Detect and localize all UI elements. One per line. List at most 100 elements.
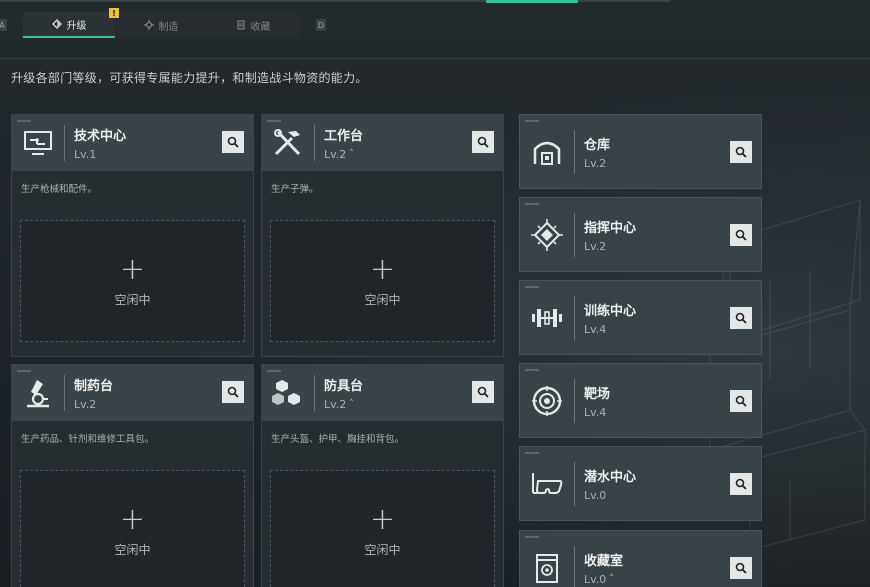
level-text: Lv.4 <box>584 322 607 336</box>
inspect-button[interactable] <box>222 381 244 403</box>
facility-level: Lv.2 <box>584 240 636 253</box>
facility-card-collection-room[interactable]: 收藏室 Lv.0 ˄ <box>519 530 762 587</box>
header-separator <box>574 378 575 423</box>
add-icon: + <box>369 251 396 287</box>
add-icon: + <box>119 501 146 537</box>
production-slot[interactable]: + 空闲中 <box>270 470 495 587</box>
header-divider <box>0 58 870 59</box>
chip-icon <box>520 197 574 272</box>
facility-card-armor-bench[interactable]: 防具台 Lv.2 ˄ 生产头盔、护甲、胸挂和背包。 + 空闲中 <box>261 364 504 587</box>
search-icon <box>227 386 239 398</box>
search-icon <box>735 312 747 324</box>
facility-level: Lv.2 <box>584 157 610 170</box>
facility-level: Lv.2 <box>74 398 113 411</box>
search-icon <box>735 146 747 158</box>
inspect-button[interactable] <box>730 390 752 412</box>
inspect-button[interactable] <box>730 473 752 495</box>
facility-name: 技术中心 <box>74 129 127 144</box>
corner-mark <box>525 369 539 371</box>
facility-level: Lv.1 <box>74 148 126 161</box>
upgrade-available-icon: ˄ <box>349 149 354 159</box>
production-slot[interactable]: + 空闲中 <box>20 470 245 587</box>
level-text: Lv.1 <box>74 148 97 161</box>
slot-status: 空闲中 <box>364 542 401 557</box>
collection-tab-icon <box>236 20 246 30</box>
cubes-icon <box>262 365 314 421</box>
facility-card-command-center[interactable]: 指挥中心 Lv.2 <box>519 197 762 272</box>
facility-description: 生产药品、针剂和维修工具包。 <box>21 434 155 445</box>
facility-card-warehouse[interactable]: 仓库 Lv.2 <box>519 114 762 189</box>
inspect-button[interactable] <box>730 141 752 163</box>
page-description: 升级各部门等级，可获得专属能力提升，和制造战斗物资的能力。 <box>11 71 368 85</box>
search-icon <box>477 136 489 148</box>
corner-mark <box>525 120 539 122</box>
slot-status: 空闲中 <box>114 292 151 307</box>
corner-mark <box>17 370 31 372</box>
facility-name: 靶场 <box>584 386 611 402</box>
facility-level: Lv.0 <box>584 489 636 502</box>
facility-card-header: 工作台 Lv.2 ˄ <box>262 115 503 171</box>
tab-upgrade[interactable]: 升级 ! <box>23 8 119 38</box>
header-separator <box>574 129 575 174</box>
upgrade-icon <box>51 19 62 29</box>
facility-name: 潜水中心 <box>584 469 637 485</box>
search-icon <box>735 395 747 407</box>
level-text: Lv.2 <box>324 398 347 411</box>
facility-description: 生产头盔、护甲、胸挂和背包。 <box>271 434 405 445</box>
search-icon <box>735 562 747 574</box>
warehouse-icon <box>520 114 574 189</box>
facility-card-workbench[interactable]: 工作台 Lv.2 ˄ 生产子弹。 + 空闲中 <box>261 114 504 357</box>
tab-craft-label: 制造 <box>158 21 179 33</box>
tab-collection[interactable]: 收藏 <box>207 12 299 38</box>
tab-craft[interactable]: 制造 <box>115 12 207 38</box>
header-separator <box>574 212 575 257</box>
search-icon <box>735 229 747 241</box>
inspect-button[interactable] <box>730 224 752 246</box>
tab-bar: A 升级 ! 制造 收藏 D <box>0 8 326 38</box>
facility-description: 生产子弹。 <box>271 184 319 195</box>
computer-icon <box>12 115 64 171</box>
tab-collection-label: 收藏 <box>250 21 271 33</box>
facility-card-tech-center[interactable]: 技术中心 Lv.1 生产枪械和配件。 + 空闲中 <box>11 114 254 357</box>
facility-card-training-center[interactable]: 训练中心 Lv.4 <box>519 280 762 355</box>
facility-level: Lv.4 <box>584 406 610 419</box>
header-separator <box>574 295 575 340</box>
facility-card-header: 防具台 Lv.2 ˄ <box>262 365 503 421</box>
upgrade-available-icon: ˄ <box>349 399 354 409</box>
corner-mark <box>525 452 539 454</box>
facility-card-header: 技术中心 Lv.1 <box>12 115 253 171</box>
microscope-icon <box>12 365 64 421</box>
inspect-button[interactable] <box>222 131 244 153</box>
facility-card-header: 制药台 Lv.2 <box>12 365 253 421</box>
level-text: Lv.2 <box>584 239 607 253</box>
facility-level: Lv.2 ˄ <box>324 398 363 411</box>
facility-card-shooting-range[interactable]: 靶场 Lv.4 <box>519 363 762 438</box>
level-text: Lv.2 <box>584 156 607 170</box>
inspect-button[interactable] <box>472 381 494 403</box>
facility-name: 防具台 <box>324 379 364 394</box>
level-text: Lv.2 <box>74 398 97 411</box>
level-text: Lv.2 <box>324 148 347 161</box>
inspect-button[interactable] <box>472 131 494 153</box>
production-slot[interactable]: + 空闲中 <box>270 220 495 342</box>
next-tab-key-hint[interactable]: D <box>316 19 326 31</box>
facility-card-diving-center[interactable]: 潜水中心 Lv.0 <box>519 446 762 521</box>
facility-description: 生产枪械和配件。 <box>21 184 98 195</box>
target-icon <box>520 363 574 438</box>
search-icon <box>477 386 489 398</box>
upgrade-available-icon: ˄ <box>609 573 614 584</box>
facility-card-pharmacy[interactable]: 制药台 Lv.2 生产药品、针剂和维修工具包。 + 空闲中 <box>11 364 254 587</box>
level-text: Lv.0 <box>584 488 607 502</box>
slot-status: 空闲中 <box>114 542 151 557</box>
top-progress-indicator <box>486 0 578 3</box>
diving-mask-icon <box>520 446 574 521</box>
collection-icon <box>520 530 574 587</box>
tools-icon <box>262 115 314 171</box>
prev-tab-key-hint[interactable]: A <box>0 19 7 31</box>
header-separator <box>574 545 575 587</box>
search-icon <box>227 136 239 148</box>
production-slot[interactable]: + 空闲中 <box>20 220 245 342</box>
inspect-button[interactable] <box>730 307 752 329</box>
add-icon: + <box>119 251 146 287</box>
inspect-button[interactable] <box>730 557 752 579</box>
